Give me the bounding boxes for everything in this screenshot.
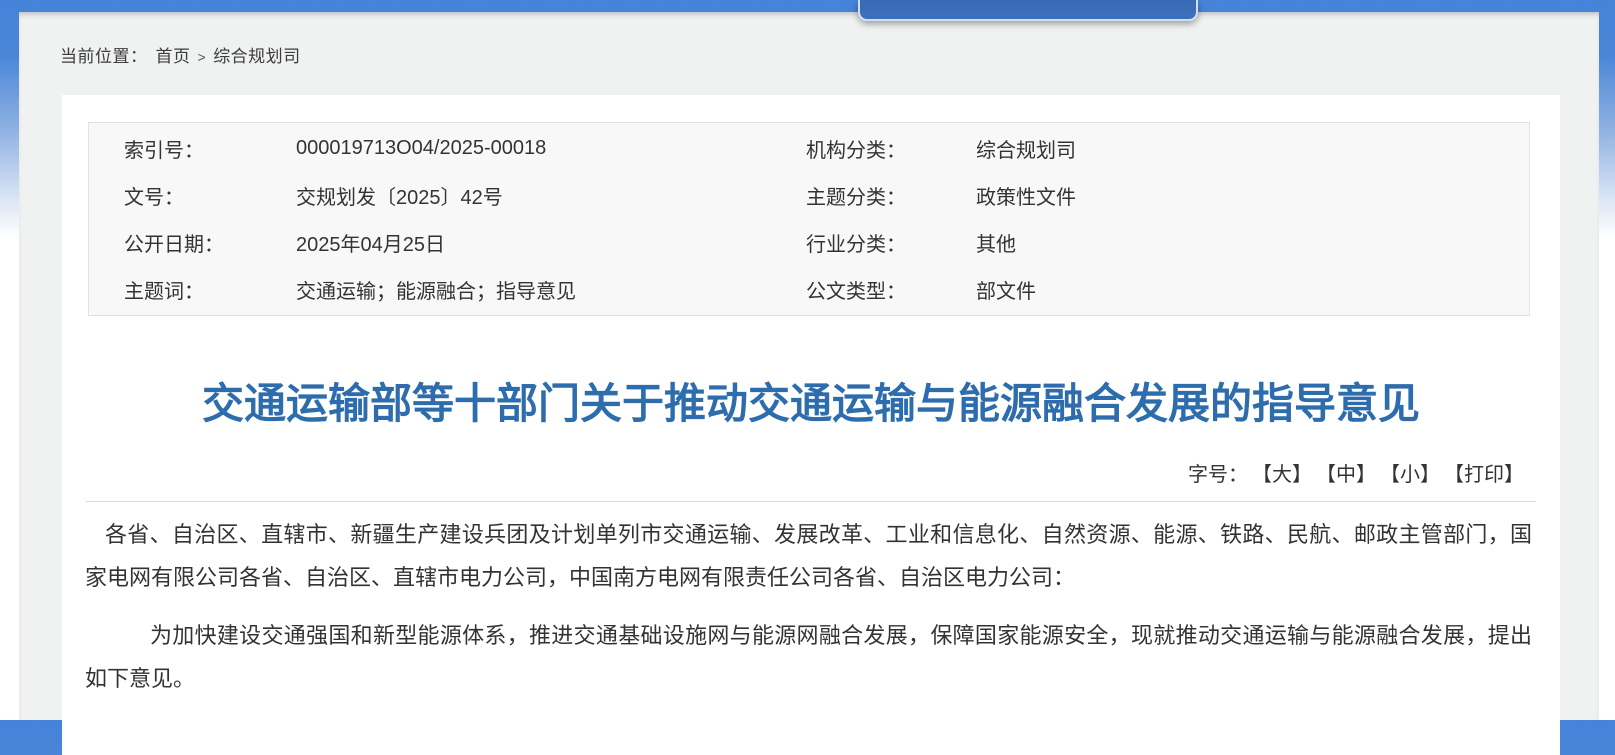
meta-row: 主题词： 交通运输；能源融合；指导意见 公文类型： 部文件 <box>89 266 1529 313</box>
meta-row: 索引号： 000019713O04/2025-00018 机构分类： 综合规划司 <box>89 125 1529 172</box>
meta-value-index-no: 000019713O04/2025-00018 <box>296 137 547 159</box>
font-size-label: 字号： <box>1188 464 1248 486</box>
meta-value-doc-type: 部文件 <box>976 281 1036 303</box>
font-size-controls: 字号： 【大】 【中】 【小】 【打印】 <box>62 458 1524 487</box>
meta-value-keywords: 交通运输；能源融合；指导意见 <box>296 281 576 303</box>
meta-value-publish-date: 2025年04月25日 <box>296 234 445 256</box>
meta-value-topic-category: 政策性文件 <box>976 187 1076 209</box>
meta-value-doc-no: 交规划发〔2025〕42号 <box>296 187 503 209</box>
paragraph-salutation: 各省、自治区、直辖市、新疆生产建设兵团及计划单列市交通运输、发展改革、工业和信息… <box>85 522 1532 590</box>
meta-label-index-no: 索引号： <box>124 140 204 162</box>
font-size-large-button[interactable]: 【大】 <box>1262 464 1312 486</box>
font-size-medium-button[interactable]: 【中】 <box>1326 464 1376 486</box>
breadcrumb: 当前位置： 首页 > 综合规划司 <box>60 42 301 67</box>
breadcrumb-home-link[interactable]: 首页 <box>156 47 191 66</box>
paragraph-intro: 为加快建设交通强国和新型能源体系，推进交通基础设施网与能源网融合发展，保障国家能… <box>85 623 1532 691</box>
page-container: 当前位置： 首页 > 综合规划司 索引号： 000019713O04/2025-000… <box>19 12 1599 755</box>
meta-label-publish-date: 公开日期： <box>124 234 224 256</box>
font-size-small-button[interactable]: 【小】 <box>1390 464 1440 486</box>
meta-label-org-category: 机构分类： <box>806 140 906 162</box>
meta-label-keywords: 主题词： <box>124 281 204 303</box>
meta-value-org-category: 综合规划司 <box>976 140 1076 162</box>
meta-label-doc-type: 公文类型： <box>806 281 906 303</box>
meta-value-industry-category: 其他 <box>976 234 1016 256</box>
page-title: 交通运输部等十部门关于推动交通运输与能源融合发展的指导意见 <box>201 380 1420 427</box>
top-nav-tab[interactable] <box>858 0 1198 21</box>
document-meta-table: 索引号： 000019713O04/2025-00018 机构分类： 综合规划司… <box>88 122 1530 316</box>
breadcrumb-separator: > <box>197 49 207 65</box>
meta-row: 公开日期： 2025年04月25日 行业分类： 其他 <box>89 219 1529 266</box>
meta-label-topic-category: 主题分类： <box>806 187 906 209</box>
document-body: 各省、自治区、直辖市、新疆生产建设兵团及计划单列市交通运输、发展改革、工业和信息… <box>85 513 1532 700</box>
title-divider <box>86 501 1536 502</box>
breadcrumb-section-link[interactable]: 综合规划司 <box>213 47 301 66</box>
content-card: 索引号： 000019713O04/2025-00018 机构分类： 综合规划司… <box>62 95 1560 755</box>
breadcrumb-label: 当前位置： <box>60 47 148 66</box>
print-button[interactable]: 【打印】 <box>1454 464 1524 486</box>
meta-label-industry-category: 行业分类： <box>806 234 906 256</box>
meta-label-doc-no: 文号： <box>124 187 184 209</box>
meta-row: 文号： 交规划发〔2025〕42号 主题分类： 政策性文件 <box>89 172 1529 219</box>
